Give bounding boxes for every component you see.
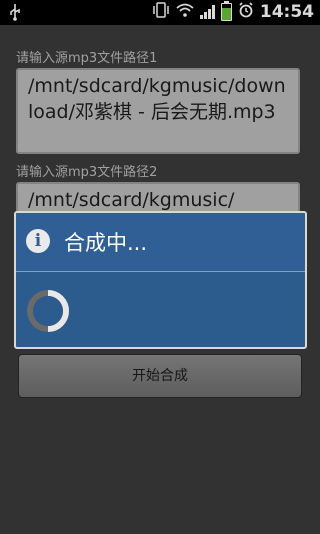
info-icon: i bbox=[26, 229, 50, 253]
progress-dialog: i 合成中... bbox=[14, 211, 307, 349]
dialog-title-bar: i 合成中... bbox=[16, 213, 305, 272]
loading-spinner-icon bbox=[26, 289, 70, 333]
dialog-title: 合成中... bbox=[64, 231, 148, 255]
